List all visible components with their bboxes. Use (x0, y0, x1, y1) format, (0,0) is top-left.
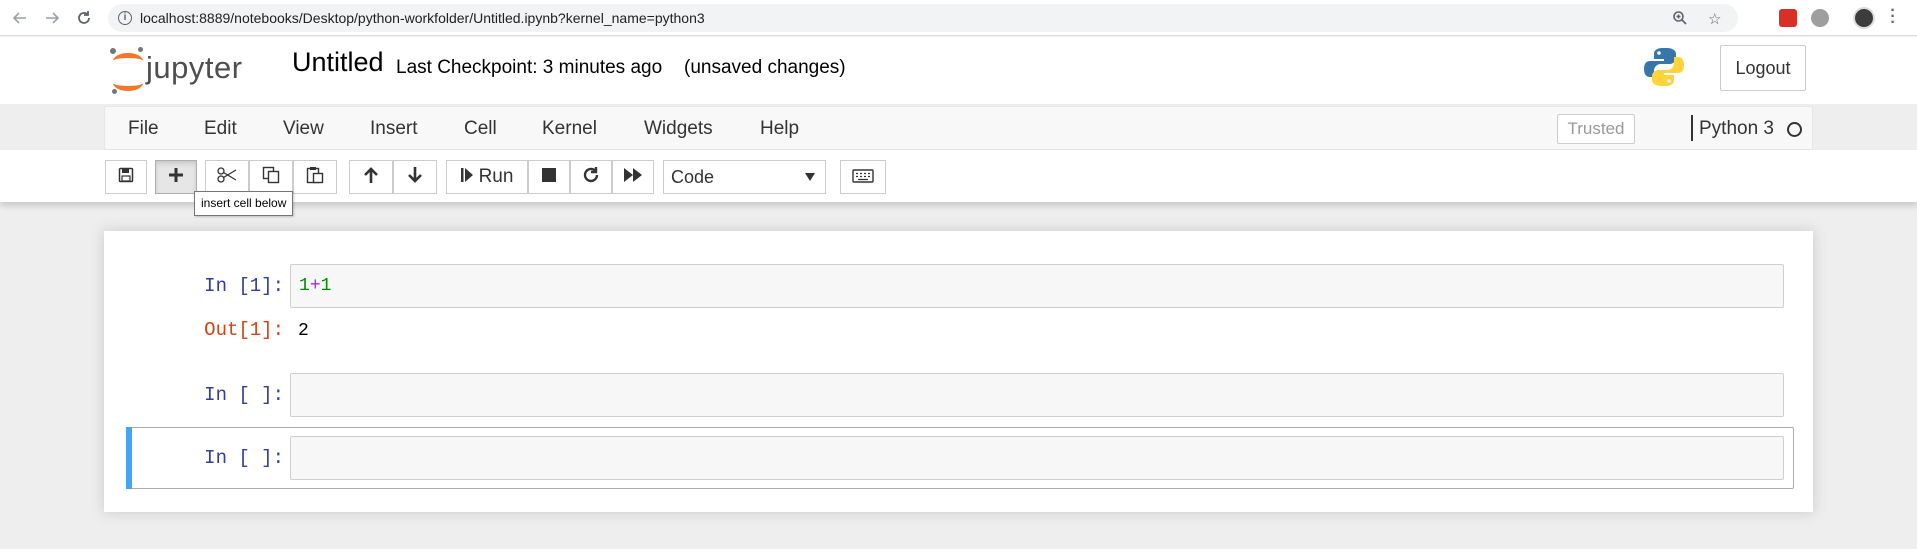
kernel-separator (1691, 115, 1693, 141)
move-cell-up-button[interactable] (349, 160, 393, 194)
tooltip: insert cell below (194, 191, 294, 216)
menu-cell[interactable]: Cell (464, 118, 497, 140)
bookmark-star-icon[interactable]: ☆ (1708, 10, 1721, 28)
command-palette-button[interactable] (840, 160, 886, 194)
restart-icon (582, 166, 600, 189)
code-token-operator: + (309, 276, 321, 296)
arrow-up-icon (363, 166, 379, 189)
paste-button[interactable] (293, 160, 337, 194)
zoom-icon[interactable] (1672, 10, 1688, 30)
code-cell-input[interactable] (290, 436, 1784, 480)
interrupt-kernel-button[interactable] (528, 160, 570, 194)
input-prompt: In [ ]: (204, 447, 284, 469)
input-prompt: In [1]: (204, 275, 284, 297)
copy-button[interactable] (249, 160, 293, 194)
logo-ring-top (113, 53, 143, 69)
stop-icon (541, 167, 557, 188)
chevron-down-icon (805, 173, 815, 181)
menu-view[interactable]: View (283, 118, 324, 140)
code-cell-input[interactable] (290, 373, 1784, 417)
code-token-number: 1 (299, 276, 310, 296)
kernel-idle-indicator-icon (1787, 122, 1802, 137)
insert-cell-below-button[interactable] (155, 160, 197, 194)
logo-dot (110, 48, 116, 54)
plus-icon (168, 167, 184, 188)
restart-run-all-button[interactable] (612, 160, 654, 194)
save-icon (118, 167, 134, 188)
fast-forward-icon (623, 167, 643, 188)
run-label: Run (478, 166, 514, 187)
run-button[interactable]: Run (446, 160, 528, 194)
kernel-name[interactable]: Python 3 (1699, 118, 1774, 140)
logout-button[interactable]: Logout (1720, 45, 1806, 91)
reload-icon[interactable] (74, 8, 94, 28)
python-logo-icon (1643, 46, 1685, 88)
url-text[interactable]: localhost:8889/notebooks/Desktop/python-… (140, 10, 705, 26)
arrow-down-icon (407, 166, 423, 189)
extension-pocket-icon[interactable] (1779, 9, 1797, 27)
menu-help[interactable]: Help (760, 118, 799, 140)
notebook-container: In [1]: 1+1 Out[1]: 2 In [ ]: In [ ]: (104, 231, 1813, 512)
jupyter-logo[interactable]: jupyter (110, 45, 270, 94)
menu-kernel[interactable]: Kernel (542, 118, 597, 140)
cell-type-select[interactable]: Code (663, 160, 826, 194)
extension-circle-icon[interactable] (1811, 9, 1829, 27)
move-cell-down-button[interactable] (393, 160, 437, 194)
code-cell-input[interactable]: 1+1 (290, 264, 1784, 308)
more-icon[interactable]: · · · (1890, 3, 1896, 31)
menubar: File Edit View Insert Cell Kernel Widget… (104, 106, 1813, 150)
code-token-number: 1 (320, 276, 332, 296)
scissors-icon (217, 166, 237, 188)
profile-avatar[interactable] (1853, 7, 1875, 29)
menu-file[interactable]: File (128, 118, 159, 140)
cell-output: 2 (298, 321, 309, 341)
input-prompt: In [ ]: (204, 384, 284, 406)
menu-insert[interactable]: Insert (370, 118, 418, 140)
save-button[interactable] (105, 160, 147, 194)
restart-kernel-button[interactable] (570, 160, 612, 194)
paste-icon (306, 166, 324, 189)
address-bar[interactable]: i localhost:8889/notebooks/Desktop/pytho… (108, 4, 1738, 32)
cell-type-value: Code (671, 167, 715, 187)
checkpoint-status: Last Checkpoint: 3 minutes ago (396, 57, 663, 78)
selected-cell-indicator (126, 427, 132, 489)
browser-toolbar: i localhost:8889/notebooks/Desktop/pytho… (0, 0, 1917, 36)
output-prompt: Out[1]: (204, 319, 284, 341)
logo-ring-bottom (113, 75, 143, 91)
forward-arrow-icon[interactable] (42, 8, 62, 28)
logo-text: jupyter (146, 50, 243, 85)
menu-widgets[interactable]: Widgets (644, 118, 713, 140)
step-forward-icon (460, 167, 473, 188)
trusted-indicator[interactable]: Trusted (1557, 114, 1635, 144)
menu-edit[interactable]: Edit (204, 118, 237, 140)
info-icon[interactable]: i (118, 11, 132, 25)
copy-icon (262, 166, 280, 189)
notebook-header: jupyter Untitled Last Checkpoint: 3 minu… (0, 37, 1917, 104)
logo-dot (112, 89, 117, 94)
back-arrow-icon[interactable] (10, 8, 30, 28)
keyboard-icon (852, 167, 874, 188)
logo-dot (138, 47, 143, 52)
cut-button[interactable] (205, 160, 249, 194)
autosave-status: (unsaved changes) (684, 57, 846, 78)
notebook-name[interactable]: Untitled (292, 47, 384, 78)
